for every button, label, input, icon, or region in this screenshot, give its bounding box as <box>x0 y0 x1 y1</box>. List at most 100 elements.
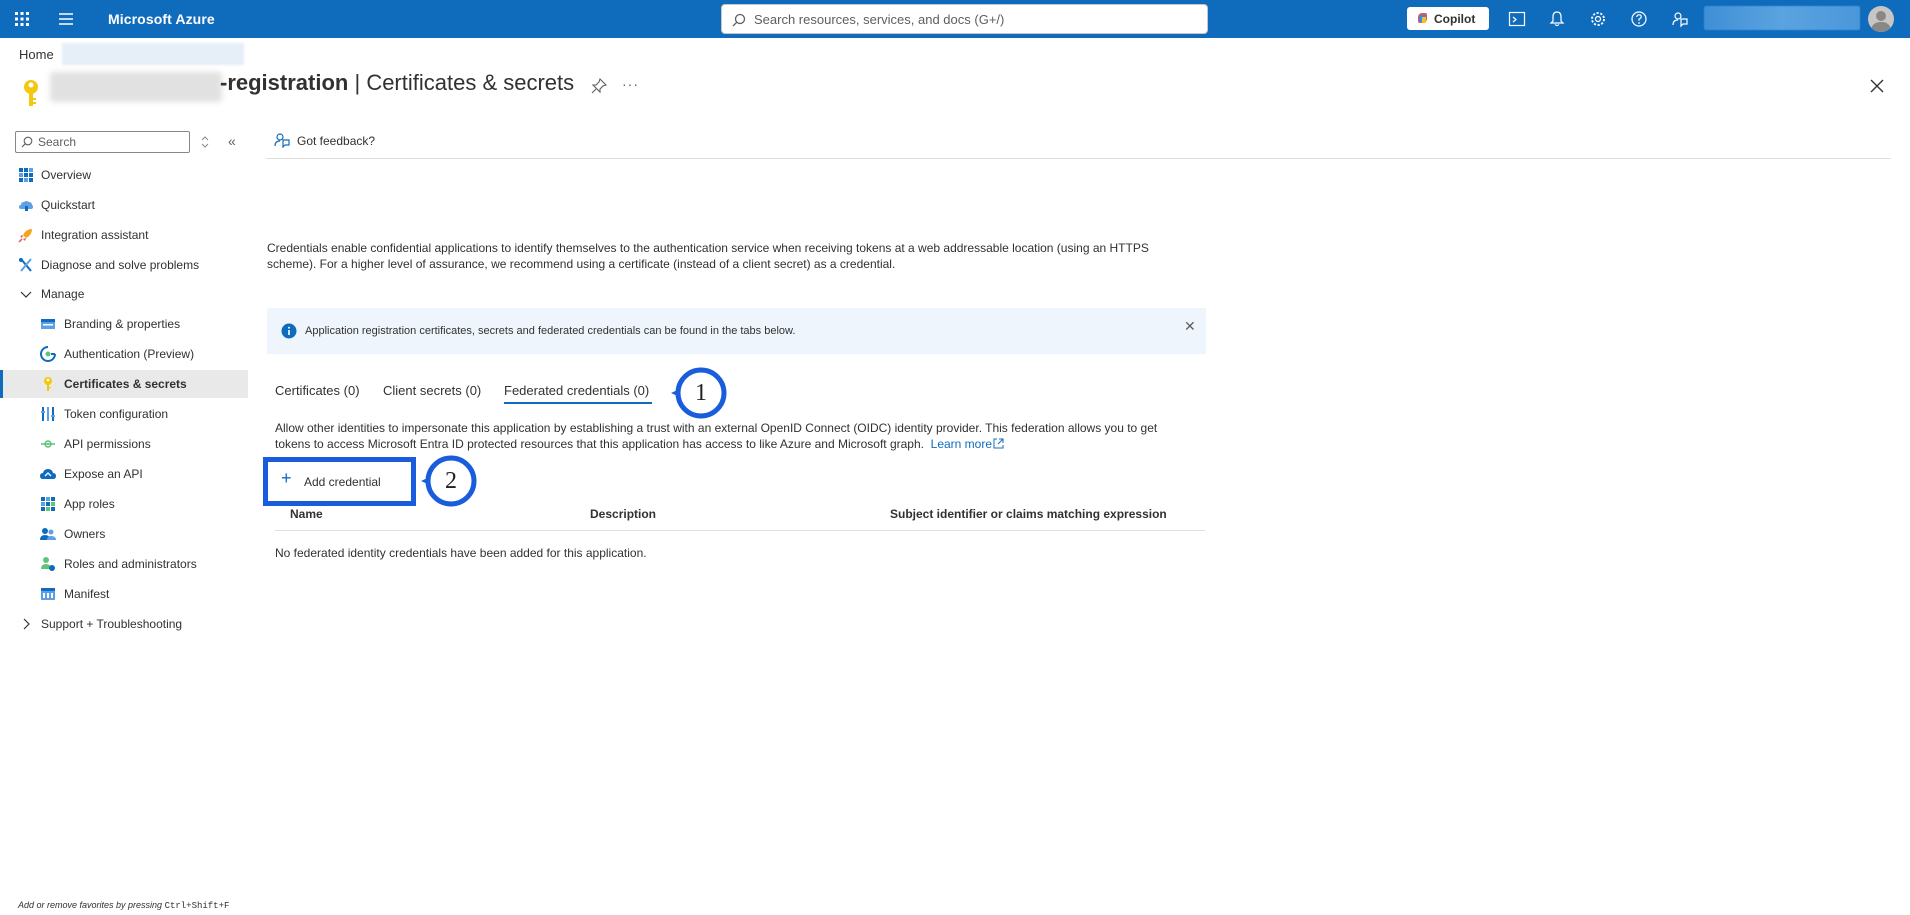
favorites-shortcut: Ctrl+Shift+F <box>164 901 230 911</box>
command-bar-divider <box>266 158 1891 159</box>
token-icon <box>41 407 55 421</box>
tab-federated-credentials[interactable]: Federated credentials (0) <box>504 383 649 398</box>
credentials-intro-text: Credentials enable confidential applicat… <box>267 241 1149 271</box>
portal-brand[interactable]: Microsoft Azure <box>108 11 215 27</box>
rocket-icon <box>18 229 32 243</box>
help-icon[interactable] <box>1630 10 1648 28</box>
key-icon <box>24 80 38 106</box>
pin-icon[interactable] <box>591 78 607 94</box>
sidebar-item-roles-administrators[interactable]: Roles and administrators <box>0 550 248 578</box>
close-icon[interactable] <box>1869 78 1885 94</box>
wrench-icon <box>19 258 32 272</box>
copilot-button[interactable]: Copilot <box>1407 7 1489 30</box>
sidebar-item-overview[interactable]: Overview <box>0 161 248 189</box>
annotation-callout-2: 2 <box>421 455 497 507</box>
overview-icon <box>19 168 33 182</box>
chevron-down-icon <box>20 291 32 298</box>
title-separator: | <box>348 70 367 95</box>
sidebar-item-diagnose[interactable]: Diagnose and solve problems <box>0 251 248 279</box>
sidebar-item-label: Authentication (Preview) <box>64 347 195 361</box>
federated-credentials-description: Allow other identities to impersonate th… <box>275 420 1195 452</box>
bell-icon[interactable] <box>1548 10 1566 28</box>
portal-menu-icon[interactable] <box>58 12 74 26</box>
favorites-hint: Add or remove favorites by pressing Ctrl… <box>18 900 229 911</box>
global-search-box[interactable] <box>721 4 1208 34</box>
cloud-shell-icon[interactable] <box>1508 10 1526 28</box>
feedback-icon[interactable] <box>1671 10 1689 28</box>
sidebar-item-label: Owners <box>64 527 106 541</box>
account-name-redacted[interactable] <box>1704 6 1860 30</box>
federated-description-text: Allow other identities to impersonate th… <box>275 421 1158 451</box>
sidebar-item-label: Manifest <box>64 587 110 601</box>
tab-certificates[interactable]: Certificates (0) <box>275 383 360 398</box>
avatar-person-icon <box>1871 11 1891 32</box>
column-header-subject-identifier[interactable]: Subject identifier or claims matching ex… <box>890 507 1167 521</box>
sidebar-item-label: Overview <box>41 168 92 182</box>
sidebar-item-integration-assistant[interactable]: Integration assistant <box>0 221 248 249</box>
breadcrumb-app-redacted[interactable] <box>62 43 244 65</box>
table-header-divider <box>275 530 1205 531</box>
authentication-icon <box>40 346 56 362</box>
copilot-label: Copilot <box>1434 12 1476 26</box>
sidebar-item-certificates-secrets[interactable]: Certificates & secrets <box>0 370 248 398</box>
column-header-name[interactable]: Name <box>290 507 323 521</box>
callout-number-2: 2 <box>445 468 457 494</box>
feedback-icon <box>274 133 290 148</box>
sidebar-item-label: Diagnose and solve problems <box>41 258 200 272</box>
sidebar-item-branding[interactable]: Branding & properties <box>0 310 248 338</box>
search-icon <box>732 13 746 27</box>
branding-icon <box>41 319 55 329</box>
global-search-input[interactable] <box>754 9 1194 29</box>
tab-client-secrets[interactable]: Client secrets (0) <box>383 383 481 398</box>
info-banner-text: Application registration certificates, s… <box>305 325 796 337</box>
annotation-callout-1: 1 <box>671 367 747 419</box>
info-banner: Application registration certificates, s… <box>267 308 1206 354</box>
add-credential-label: Add credential <box>304 475 381 489</box>
sidebar-item-owners[interactable]: Owners <box>0 520 248 548</box>
sidebar-group-label: Manage <box>41 287 85 301</box>
external-link-icon <box>993 438 1004 449</box>
app-name-redacted <box>50 72 222 102</box>
breadcrumb-home[interactable]: Home <box>19 47 54 62</box>
column-header-description[interactable]: Description <box>590 507 656 521</box>
info-icon <box>281 323 297 339</box>
collapse-sidebar-button[interactable]: « <box>228 133 236 149</box>
roles-icon <box>41 557 55 571</box>
sidebar-group-support[interactable]: Support + Troubleshooting <box>0 610 248 638</box>
sidebar-item-label: Certificates & secrets <box>64 377 187 391</box>
manifest-icon <box>41 588 55 600</box>
sidebar-item-label: Token configuration <box>64 407 169 421</box>
sidebar-item-app-roles[interactable]: App roles <box>0 490 248 518</box>
sidebar-item-label: Roles and administrators <box>64 557 197 571</box>
sidebar-item-label: App roles <box>64 497 115 511</box>
api-permissions-icon <box>41 440 55 448</box>
sidebar-item-label: Quickstart <box>41 198 96 212</box>
sidebar-item-expose-api[interactable]: Expose an API <box>0 460 248 488</box>
app-name-suffix: -registration <box>220 70 349 95</box>
empty-table-message: No federated identity credentials have b… <box>275 546 647 560</box>
section-title: Certificates & secrets <box>366 70 575 95</box>
chevron-right-icon <box>23 618 30 630</box>
gear-icon[interactable] <box>1589 10 1607 28</box>
sidebar-item-api-permissions[interactable]: API permissions <box>0 430 248 458</box>
quickstart-icon <box>19 201 33 211</box>
avatar[interactable] <box>1868 6 1894 32</box>
callout-number-1: 1 <box>695 380 707 406</box>
sidebar-item-manifest[interactable]: Manifest <box>0 580 248 608</box>
sidebar-item-token-configuration[interactable]: Token configuration <box>0 400 248 428</box>
sidebar-item-authentication[interactable]: Authentication (Preview) <box>0 340 248 368</box>
dismiss-banner-icon[interactable]: ✕ <box>1184 318 1196 335</box>
app-launcher-icon[interactable] <box>14 11 30 27</box>
sidebar-group-manage[interactable]: Manage <box>0 280 248 308</box>
sidebar-search-box[interactable] <box>15 131 190 153</box>
key-icon <box>44 377 52 391</box>
top-navigation-bar: Microsoft Azure Copilot <box>0 0 1910 38</box>
sort-icon[interactable] <box>200 135 210 149</box>
search-icon <box>21 136 33 148</box>
learn-more-link[interactable]: Learn more <box>931 437 1004 451</box>
sidebar-item-quickstart[interactable]: Quickstart <box>0 191 248 219</box>
sidebar-item-label: API permissions <box>64 437 151 451</box>
got-feedback-label: Got feedback? <box>297 134 376 148</box>
more-actions-button[interactable]: ··· <box>622 76 639 92</box>
sidebar-search-input[interactable] <box>38 134 183 150</box>
